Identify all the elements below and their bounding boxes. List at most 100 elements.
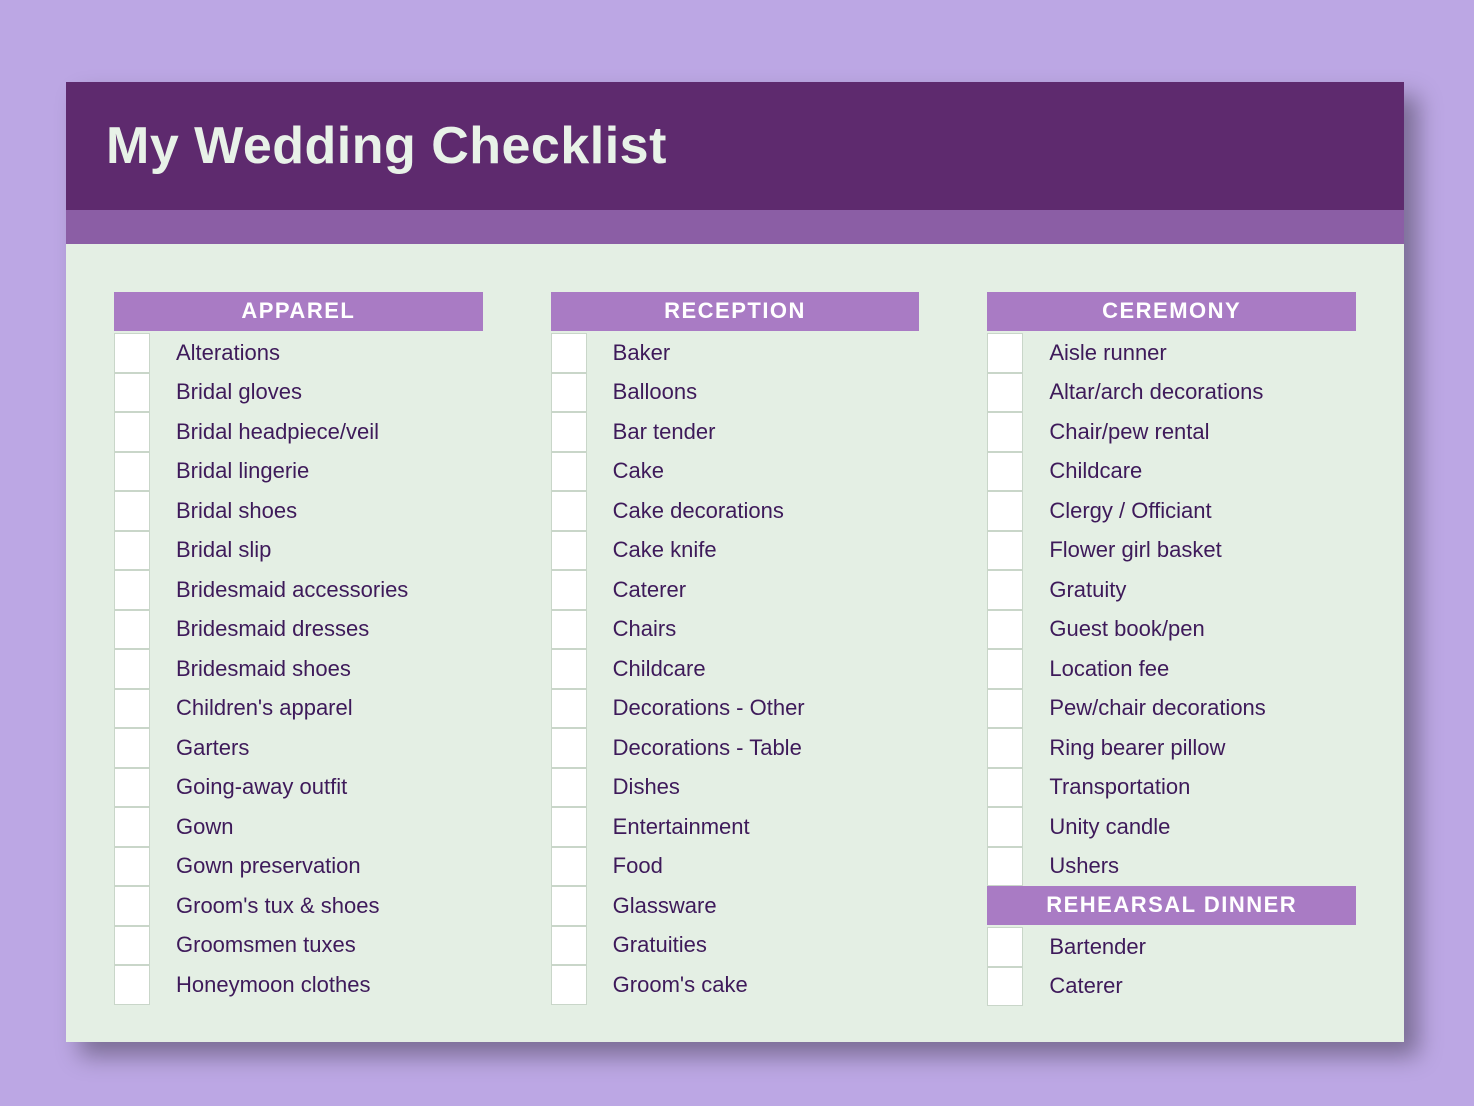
spacer — [587, 728, 611, 768]
checklist-item-label: Ushers — [1047, 853, 1356, 879]
checkbox[interactable] — [987, 847, 1023, 887]
spacer — [150, 610, 174, 650]
checkbox[interactable] — [114, 373, 150, 413]
spacer — [587, 570, 611, 610]
checklist-item: Flower girl basket — [987, 531, 1356, 571]
checkbox[interactable] — [987, 649, 1023, 689]
checkbox[interactable] — [987, 333, 1023, 373]
checklist-item: Ushers — [987, 847, 1356, 887]
checklist-item-label: Glassware — [611, 893, 920, 919]
checkbox[interactable] — [987, 412, 1023, 452]
spacer — [1023, 728, 1047, 768]
checkbox[interactable] — [114, 689, 150, 729]
checklist-item-label: Caterer — [611, 577, 920, 603]
spacer — [587, 452, 611, 492]
section-header: REHEARSAL DINNER — [987, 886, 1356, 925]
spacer — [1023, 967, 1047, 1007]
checkbox[interactable] — [114, 610, 150, 650]
checkbox[interactable] — [987, 570, 1023, 610]
checklist-item-label: Going-away outfit — [174, 774, 483, 800]
checkbox[interactable] — [987, 373, 1023, 413]
checkbox[interactable] — [551, 452, 587, 492]
checkbox[interactable] — [551, 926, 587, 966]
section-header: APPAREL — [114, 292, 483, 331]
checkbox[interactable] — [114, 570, 150, 610]
checklist-item-label: Clergy / Officiant — [1047, 498, 1356, 524]
checklist-item: Decorations - Table — [551, 728, 920, 768]
spacer — [587, 807, 611, 847]
checkbox[interactable] — [551, 333, 587, 373]
checkbox[interactable] — [987, 728, 1023, 768]
checkbox[interactable] — [987, 807, 1023, 847]
checklist-item: Bridal gloves — [114, 373, 483, 413]
spacer — [150, 491, 174, 531]
checkbox[interactable] — [114, 649, 150, 689]
checkbox[interactable] — [551, 965, 587, 1005]
checklist-item-label: Food — [611, 853, 920, 879]
checkbox[interactable] — [551, 649, 587, 689]
spacer — [587, 926, 611, 966]
checkbox[interactable] — [987, 689, 1023, 729]
spacer — [1023, 491, 1047, 531]
checkbox[interactable] — [114, 728, 150, 768]
section-header: RECEPTION — [551, 292, 920, 331]
checklist-item: Groom's cake — [551, 965, 920, 1005]
checkbox[interactable] — [551, 491, 587, 531]
checkbox[interactable] — [551, 768, 587, 808]
checkbox[interactable] — [114, 452, 150, 492]
checkbox[interactable] — [551, 531, 587, 571]
checklist-item: Going-away outfit — [114, 768, 483, 808]
spacer — [150, 333, 174, 373]
checklist-item: Honeymoon clothes — [114, 965, 483, 1005]
spacer — [587, 333, 611, 373]
checklist-item-label: Bridesmaid accessories — [174, 577, 483, 603]
checkbox[interactable] — [551, 807, 587, 847]
checklist-item-label: Guest book/pen — [1047, 616, 1356, 642]
checkbox[interactable] — [551, 847, 587, 887]
spacer — [1023, 333, 1047, 373]
checklist-item: Balloons — [551, 373, 920, 413]
checklist-item-label: Garters — [174, 735, 483, 761]
spacer — [150, 847, 174, 887]
checkbox[interactable] — [114, 965, 150, 1005]
checkbox[interactable] — [114, 491, 150, 531]
checkbox[interactable] — [987, 452, 1023, 492]
checkbox[interactable] — [551, 886, 587, 926]
checkbox[interactable] — [114, 531, 150, 571]
checkbox[interactable] — [114, 768, 150, 808]
checklist-item-label: Groom's cake — [611, 972, 920, 998]
checkbox[interactable] — [114, 333, 150, 373]
checklist-item: Pew/chair decorations — [987, 689, 1356, 729]
checklist-item: Childcare — [551, 649, 920, 689]
checklist-item-label: Gown preservation — [174, 853, 483, 879]
checkbox[interactable] — [551, 728, 587, 768]
checkbox[interactable] — [551, 373, 587, 413]
checkbox[interactable] — [114, 926, 150, 966]
checkbox[interactable] — [987, 610, 1023, 650]
checkbox[interactable] — [114, 807, 150, 847]
checklist-item-label: Bridesmaid dresses — [174, 616, 483, 642]
checkbox[interactable] — [114, 847, 150, 887]
checkbox[interactable] — [114, 412, 150, 452]
checkbox[interactable] — [987, 927, 1023, 967]
checklist-item: Unity candle — [987, 807, 1356, 847]
section-header: CEREMONY — [987, 292, 1356, 331]
checkbox[interactable] — [987, 768, 1023, 808]
checkbox[interactable] — [114, 886, 150, 926]
spacer — [587, 412, 611, 452]
spacer — [587, 491, 611, 531]
checkbox[interactable] — [551, 570, 587, 610]
checkbox[interactable] — [551, 412, 587, 452]
checklist-item: Aisle runner — [987, 333, 1356, 373]
spacer — [1023, 373, 1047, 413]
spacer — [150, 886, 174, 926]
checkbox[interactable] — [987, 491, 1023, 531]
checkbox[interactable] — [551, 689, 587, 729]
checklist-item: Bridesmaid dresses — [114, 610, 483, 650]
checkbox[interactable] — [987, 967, 1023, 1007]
checklist-item-label: Dishes — [611, 774, 920, 800]
checklist-item: Bridal headpiece/veil — [114, 412, 483, 452]
checkbox[interactable] — [987, 531, 1023, 571]
checkbox[interactable] — [551, 610, 587, 650]
checklist-item: Bar tender — [551, 412, 920, 452]
